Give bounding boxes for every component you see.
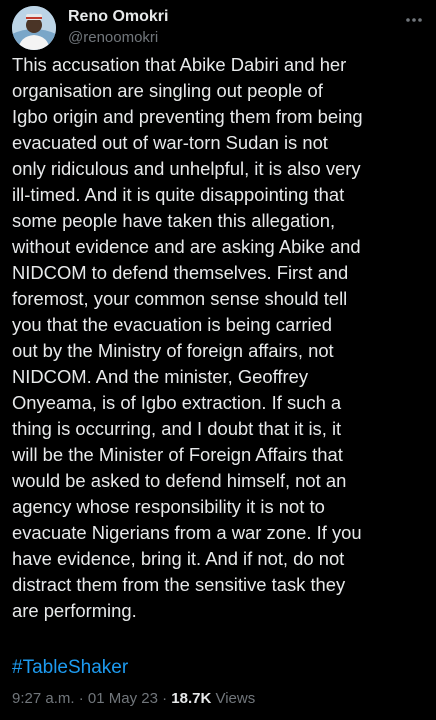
more-options-icon[interactable] — [404, 10, 424, 30]
author-handle[interactable]: @renoomokri — [68, 29, 158, 46]
avatar-image — [12, 6, 56, 50]
hashtag-link[interactable]: #TableShaker — [12, 655, 128, 681]
views-label: Views — [215, 690, 256, 707]
meta-separator: · — [162, 690, 168, 707]
author-name[interactable]: Reno Omokri — [68, 8, 168, 26]
avatar[interactable] — [12, 6, 56, 50]
tweet-date[interactable]: 01 May 23 — [88, 690, 158, 707]
meta-separator: · — [78, 690, 84, 707]
tweet-time[interactable]: 9:27 a.m. — [12, 690, 75, 707]
tweet-text: This accusation that Abike Dabiri and he… — [12, 54, 363, 621]
tweet-header: Reno Omokri @renoomokri — [12, 6, 424, 50]
views-count: 18.7K — [171, 690, 212, 707]
tweet-meta: 9:27 a.m. · 01 May 23 · 18.7K Views — [12, 689, 255, 709]
